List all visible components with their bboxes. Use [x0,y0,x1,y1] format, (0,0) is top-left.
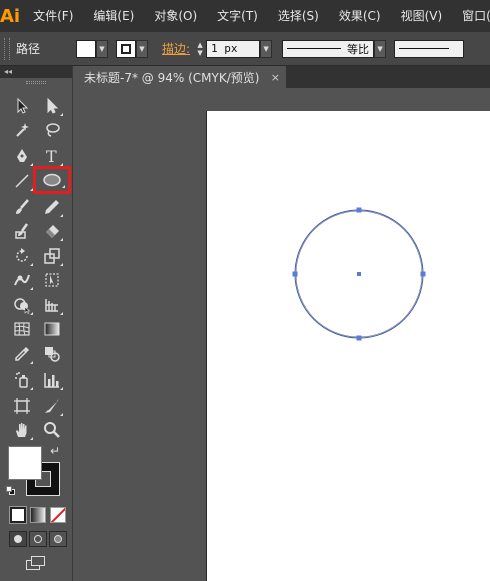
lasso-tool-icon[interactable] [40,118,64,142]
tool-row [0,342,73,366]
document-area: 未标题-7* @ 94% (CMYK/预览) × [74,66,490,581]
perspective-grid-tool-icon[interactable] [40,293,64,317]
slice-tool-icon[interactable] [40,394,64,418]
control-bar-grip[interactable] [4,37,10,60]
anchor-point [420,271,426,277]
eraser-tool-icon[interactable] [40,219,64,243]
hand-tool-icon[interactable] [10,418,34,442]
blend-tool-icon[interactable] [40,342,64,366]
document-tab[interactable]: 未标题-7* @ 94% (CMYK/预览) × [74,66,286,88]
svg-text:T: T [46,147,57,165]
menu-object[interactable]: 对象(O) [141,0,204,32]
type-tool-icon[interactable]: T [40,144,64,168]
draw-inside-button[interactable] [49,531,67,547]
column-graph-tool-icon[interactable] [40,368,64,392]
menu-window[interactable]: 窗口( [449,0,490,32]
artboard-tool-icon[interactable] [10,394,34,418]
mesh-tool-icon[interactable] [10,317,34,341]
menu-select[interactable]: 选择(S) [265,0,326,32]
artboard[interactable] [207,111,490,581]
symbol-sprayer-tool-icon[interactable] [10,368,34,392]
tool-row [0,394,73,418]
stroke-dropdown-icon[interactable]: ▼ [136,39,148,58]
brush-definition[interactable] [394,39,465,58]
menu-view[interactable]: 视图(V) [388,0,450,32]
anchor-point [356,335,362,341]
tool-row [0,94,73,118]
direct-selection-tool-icon[interactable] [40,94,64,118]
pen-tool-icon[interactable] [10,144,34,168]
tool-row [0,293,73,317]
tool-row [0,166,73,194]
tool-row [0,118,73,142]
warp-tool-icon[interactable] [10,268,34,292]
center-point [357,272,361,276]
tool-row [0,317,73,341]
draw-behind-button[interactable] [29,531,47,547]
fill-dropdown-icon[interactable]: ▼ [96,39,108,58]
stroke-swatch[interactable] [116,39,136,58]
artwork [292,207,426,341]
panel-grip[interactable] [0,78,72,86]
stroke-weight-dropdown-icon[interactable]: ▼ [260,39,273,58]
scale-tool-icon[interactable] [40,244,64,268]
stroke-weight-field[interactable]: 1 px [206,39,261,58]
stroke-weight-stepper[interactable]: ▲ ▼ [194,40,206,58]
line-segment-tool-icon[interactable] [10,169,34,193]
app-logo: Ai [0,5,21,27]
variable-width-profile[interactable]: 等比 [282,39,375,58]
free-transform-tool-icon[interactable] [40,268,64,292]
tool-row [0,368,73,392]
color-mode-button[interactable] [9,506,27,524]
fill-color-swatch[interactable] [8,446,42,480]
menu-file[interactable]: 文件(F) [20,0,80,32]
rotate-tool-icon[interactable] [10,244,34,268]
gradient-tool-icon[interactable] [40,317,64,341]
shape-builder-tool-icon[interactable] [10,293,34,317]
selection-tool-icon[interactable] [10,94,34,118]
tool-row [0,244,73,268]
zoom-tool-icon[interactable] [40,418,64,442]
magic-wand-tool-icon[interactable] [10,118,34,142]
panel-collapse-icon[interactable]: ◂◂ [0,66,72,78]
default-fill-stroke-icon[interactable] [6,486,16,496]
fill-swatch[interactable] [76,39,96,58]
ellipse-tool-icon[interactable] [33,166,71,194]
profile-dropdown-icon[interactable]: ▼ [374,39,387,58]
close-icon[interactable]: × [271,71,280,84]
tools-panel: ◂◂ T ↵ [0,66,73,581]
anchor-point [292,271,298,277]
selection-type-label: 路径 [16,42,41,56]
tool-row: T [0,144,73,168]
profile-label: 等比 [347,42,370,56]
gradient-mode-button[interactable] [30,507,46,523]
paintbrush-tool-icon[interactable] [10,195,34,219]
screen-mode-button[interactable] [26,556,46,572]
anchor-point [356,207,362,213]
none-mode-button[interactable] [50,507,66,523]
stroke-label[interactable]: 描边: [162,40,190,57]
menu-edit[interactable]: 编辑(E) [80,0,141,32]
document-tab-bar: 未标题-7* @ 94% (CMYK/预览) × [74,66,490,88]
tool-row [0,268,73,292]
swap-fill-stroke-icon[interactable]: ↵ [50,445,60,457]
tool-row [0,219,73,243]
tool-row [0,418,73,442]
menu-effect[interactable]: 效果(C) [326,0,388,32]
blob-brush-tool-icon[interactable] [10,219,34,243]
document-tab-title: 未标题-7* @ 94% (CMYK/预览) [84,70,260,85]
eyedropper-tool-icon[interactable] [10,342,34,366]
tool-row [0,195,73,219]
menu-bar: Ai 文件(F) 编辑(E) 对象(O) 文字(T) 选择(S) 效果(C) 视… [0,0,490,32]
menu-type[interactable]: 文字(T) [204,0,265,32]
menu-items: 文件(F) 编辑(E) 对象(O) 文字(T) 选择(S) 效果(C) 视图(V… [20,0,490,32]
pencil-tool-icon[interactable] [40,195,64,219]
control-bar: 路径 ▼ ▼ 描边: ▲ ▼ 1 px ▼ 等比 ▼ [0,32,490,66]
draw-normal-button[interactable] [9,531,27,547]
